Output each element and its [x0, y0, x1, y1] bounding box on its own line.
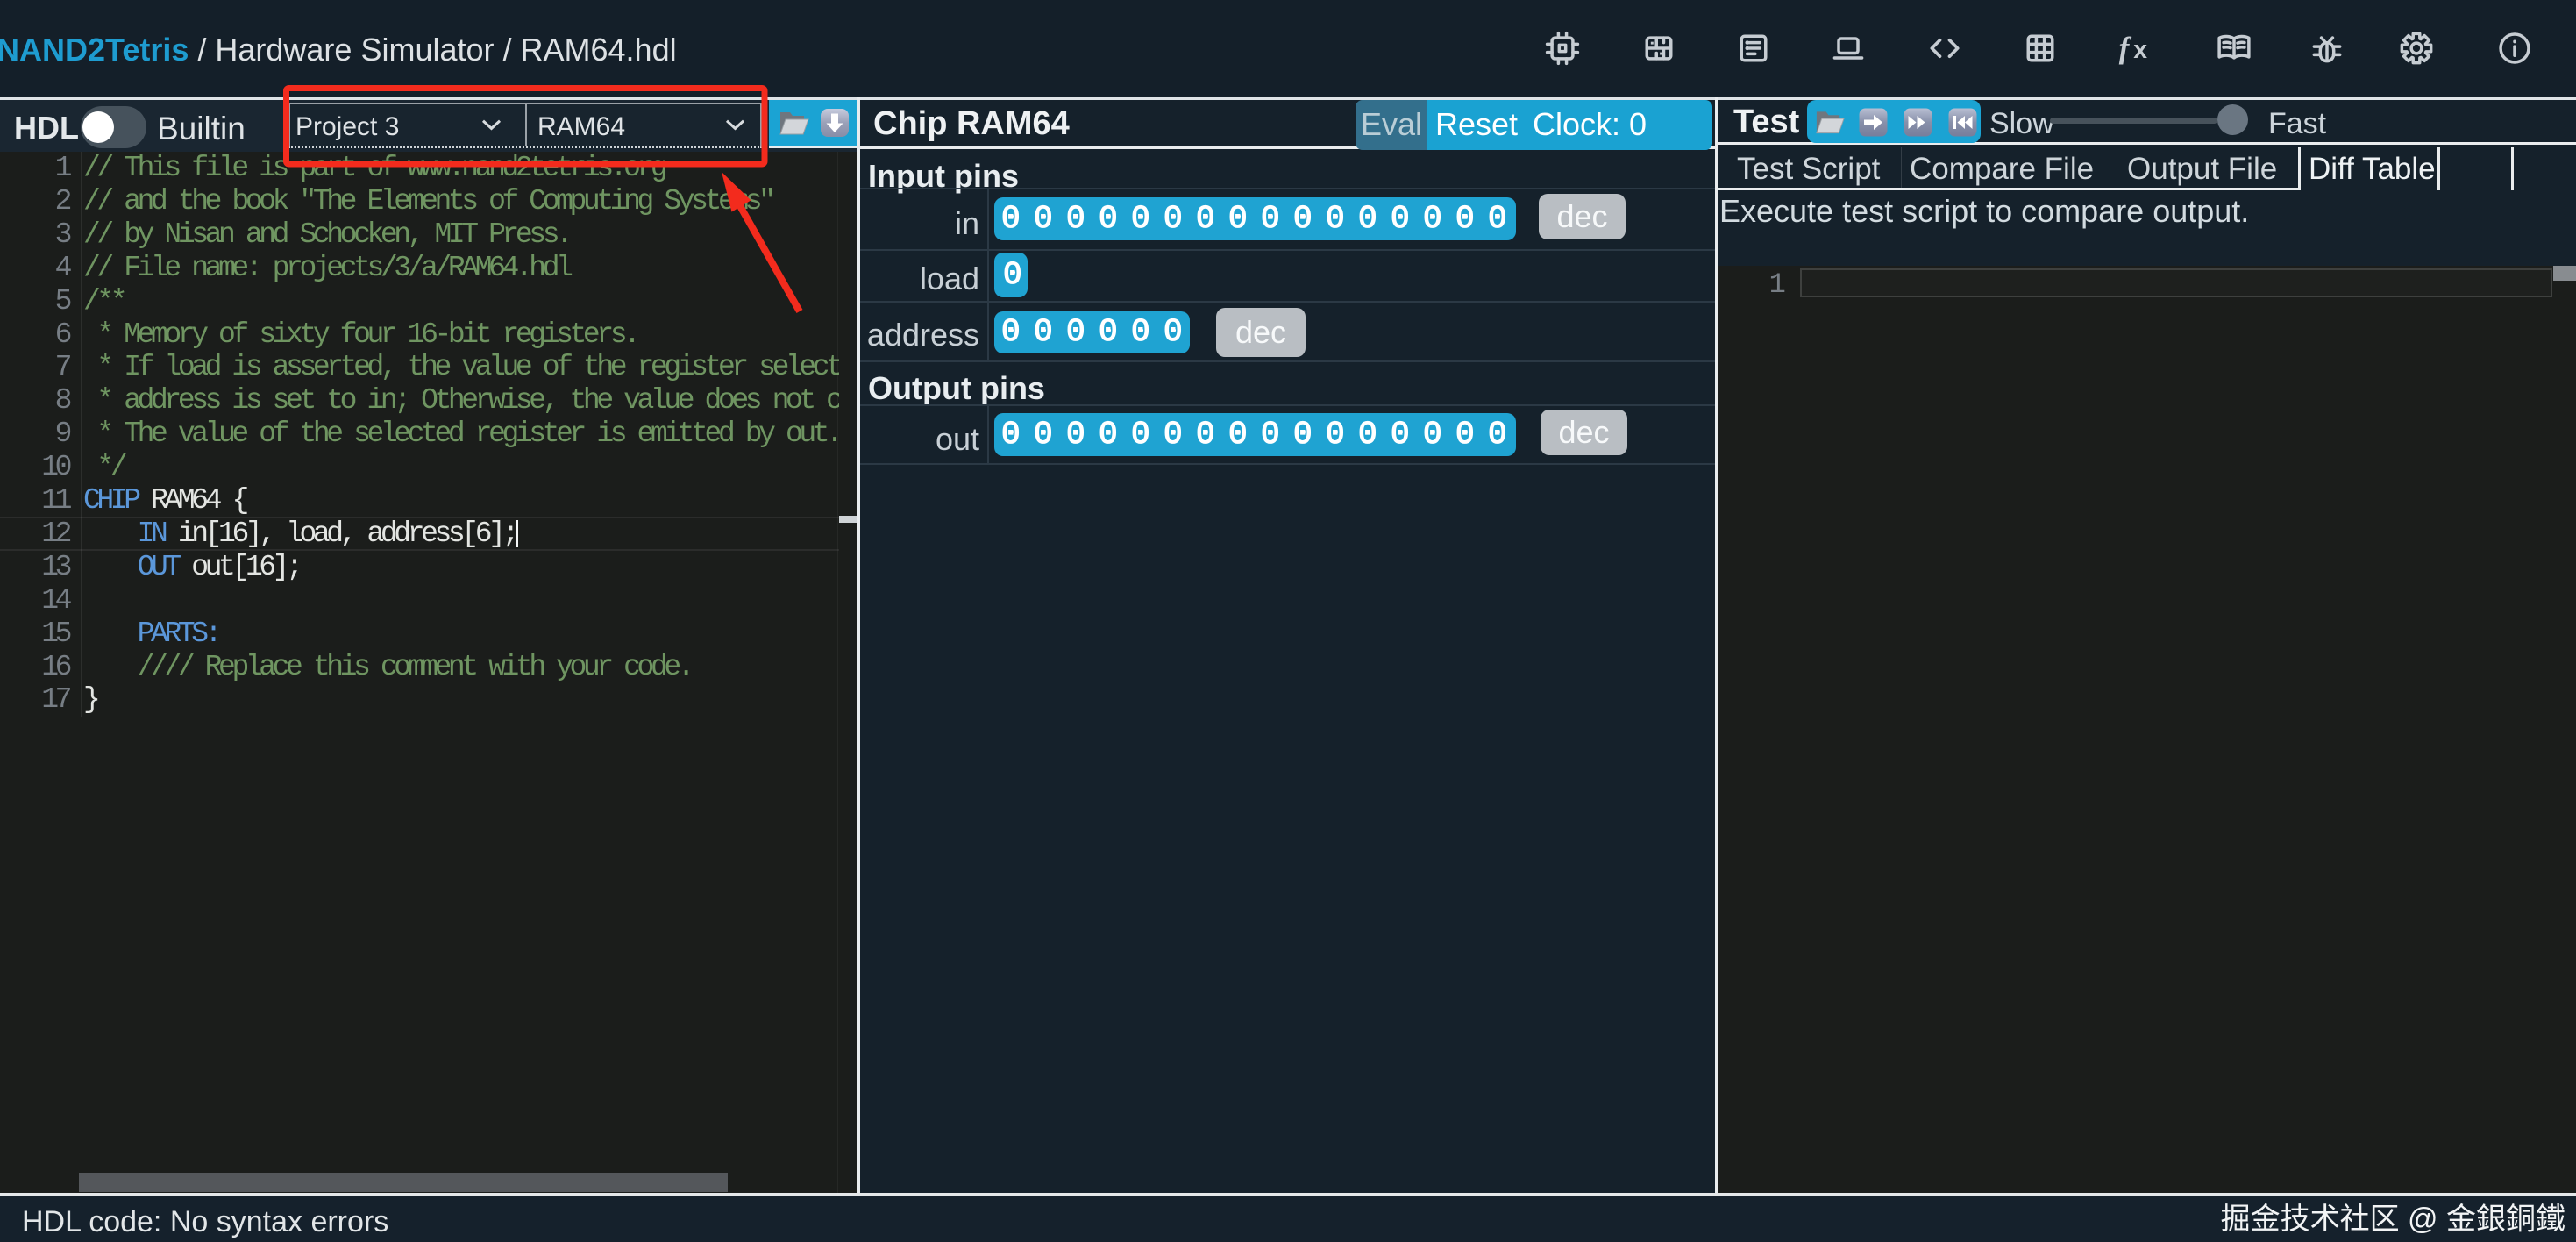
svg-text:f: f [2119, 31, 2132, 65]
svg-text:x: x [2133, 36, 2147, 64]
